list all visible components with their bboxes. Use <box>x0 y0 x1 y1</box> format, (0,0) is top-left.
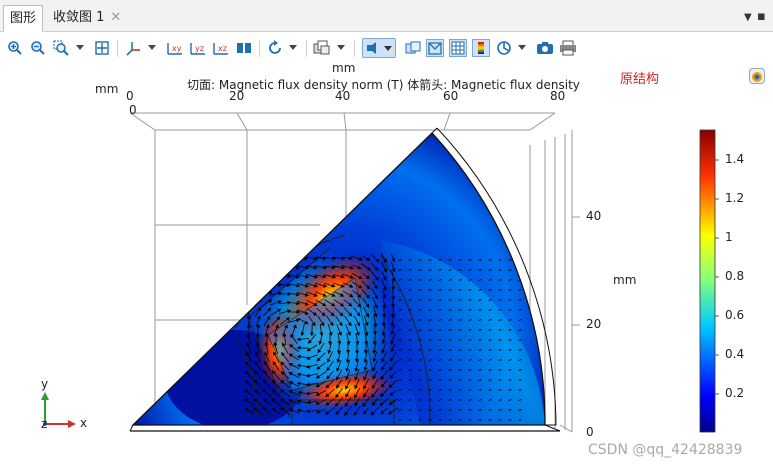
right-tick-40: 40 <box>586 209 602 223</box>
axis-orientation-icon[interactable] <box>124 39 142 57</box>
left-tick-0: 0 <box>129 103 137 117</box>
top-tick-0: 0 <box>126 89 134 103</box>
grid-icon[interactable] <box>449 39 467 57</box>
svg-text:xz: xz <box>218 44 227 53</box>
field-plot[interactable] <box>0 63 773 470</box>
zoom-in-icon[interactable] <box>6 39 24 57</box>
graphics-window: 图形 收敛图 1 ✕ ▼ ▪ xy yz xz 切面: Magnetic flu… <box>0 0 773 470</box>
colorbar-tick-1: 1 <box>725 230 733 244</box>
tab-convergence-plot[interactable]: 收敛图 1 ✕ <box>47 5 127 32</box>
graphics-toolbar: xy yz xz <box>0 33 773 63</box>
close-icon[interactable]: ✕ <box>110 10 121 25</box>
camera-icon[interactable] <box>536 39 554 57</box>
tab-convergence-label: 收敛图 1 <box>53 10 105 25</box>
yz-plane-icon[interactable]: yz <box>189 39 207 57</box>
plot-title: 切面: Magnetic flux density norm (T) 体箭头: … <box>187 78 580 92</box>
colorbar-tick-1.4: 1.4 <box>725 152 745 166</box>
watermark: CSDN @qq_42428839 <box>588 442 743 458</box>
triad-x-label: x <box>80 416 88 430</box>
colorbar-tick-0.8: 0.8 <box>725 269 745 283</box>
top-tick-80: 80 <box>550 89 566 103</box>
svg-text:xy: xy <box>172 44 182 53</box>
render-icon[interactable] <box>495 39 513 57</box>
wireframe-icon[interactable] <box>426 39 444 57</box>
select-icon[interactable] <box>362 38 396 58</box>
zoom-extents-icon[interactable] <box>93 39 111 57</box>
magnetic-field-slice <box>133 133 546 425</box>
right-tick-20: 20 <box>586 317 602 331</box>
svg-text:yz: yz <box>195 44 204 53</box>
top-tick-20: 20 <box>229 89 245 103</box>
colorbar-tick-0.6: 0.6 <box>725 308 745 322</box>
axis-dropdown-icon[interactable] <box>148 45 156 50</box>
rotate-dropdown-icon[interactable] <box>289 45 297 50</box>
zoom-out-icon[interactable] <box>29 39 47 57</box>
view-icon[interactable] <box>235 39 253 57</box>
right-tick-0: 0 <box>586 425 594 439</box>
transparency-icon[interactable] <box>404 39 422 57</box>
tab-list-dropdown-icon[interactable]: ▼ <box>744 12 752 23</box>
triad-z-label: z <box>41 417 48 431</box>
tab-graphics[interactable]: 图形 <box>3 5 44 32</box>
plot-area[interactable]: 切面: Magnetic flux density norm (T) 体箭头: … <box>0 61 773 470</box>
annotation-original-structure: 原结构 <box>620 72 660 87</box>
scene-dropdown-icon[interactable] <box>337 45 345 50</box>
print-icon[interactable] <box>559 39 577 57</box>
triad-y-label: y <box>41 377 49 391</box>
colorbar-tick-1.2: 1.2 <box>725 191 745 205</box>
tab-graphics-label: 图形 <box>10 11 37 26</box>
zoom-dropdown-icon[interactable] <box>76 45 84 50</box>
legend-toggle-icon[interactable] <box>749 68 765 84</box>
colorbar-tick-0.4: 0.4 <box>725 347 745 361</box>
right-axis-unit: mm <box>613 273 637 287</box>
top-tick-40: 40 <box>335 89 351 103</box>
xz-plane-icon[interactable]: xz <box>212 39 230 57</box>
left-axis-unit: mm <box>95 82 119 96</box>
xy-plane-icon[interactable]: xy <box>166 39 184 57</box>
rotate-icon[interactable] <box>266 39 284 57</box>
colorbar <box>699 129 716 433</box>
tab-bar: 图形 收敛图 1 ✕ ▼ ▪ <box>0 0 773 32</box>
colorbar-tick-0.2: 0.2 <box>725 386 745 400</box>
zoom-box-icon[interactable] <box>52 39 70 57</box>
top-axis-unit: mm <box>332 61 356 75</box>
maximize-icon[interactable]: ▪ <box>757 9 766 24</box>
render-dropdown-icon[interactable] <box>518 45 526 50</box>
colorbar-icon[interactable] <box>472 39 490 57</box>
scene-icon[interactable] <box>313 39 331 57</box>
top-tick-60: 60 <box>443 89 459 103</box>
